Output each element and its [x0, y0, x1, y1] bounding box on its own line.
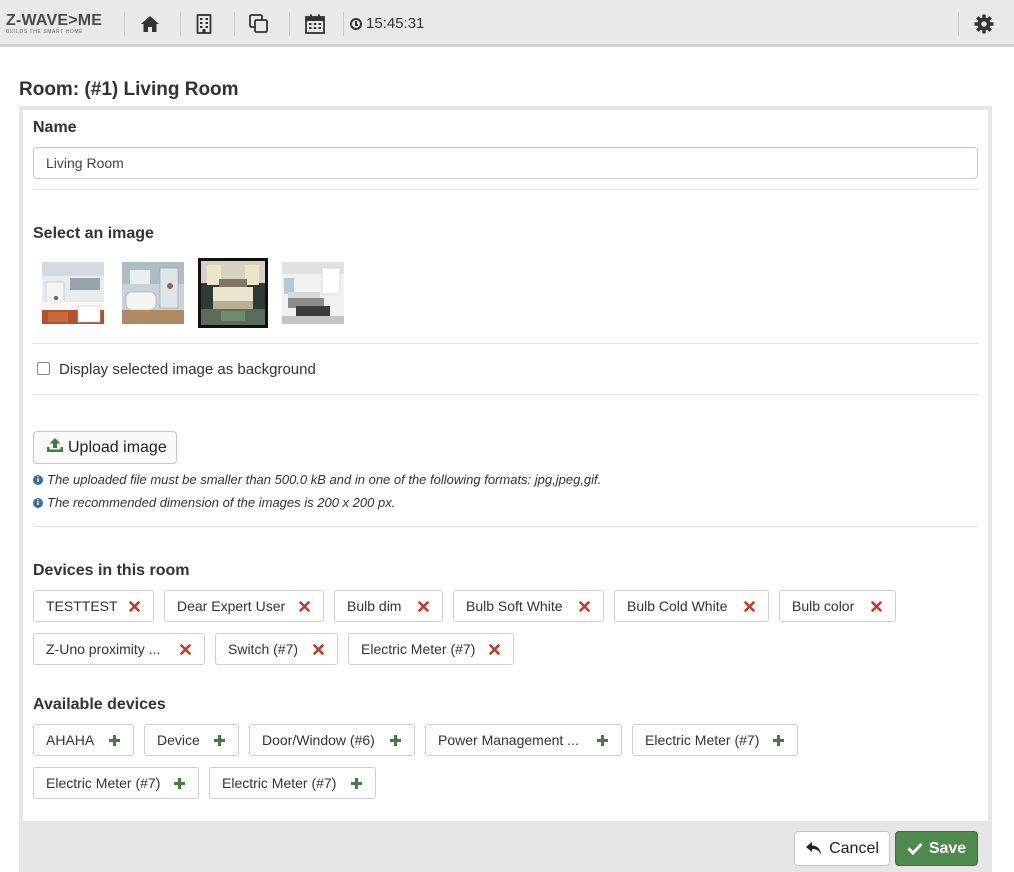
logo-tagline: BUILDS THE SMART HOME	[6, 29, 84, 35]
remove-icon[interactable]	[311, 642, 325, 656]
room-device-name: Bulb Cold White	[627, 598, 728, 614]
available-device-tag: AHAHA	[33, 724, 134, 756]
cancel-button[interactable]: Cancel	[794, 831, 890, 866]
remove-icon[interactable]	[416, 599, 430, 613]
nav-divider	[180, 12, 181, 36]
upload-size-info-text: The uploaded file must be smaller than 5…	[47, 472, 602, 487]
add-icon[interactable]	[107, 733, 121, 747]
add-icon[interactable]	[212, 733, 226, 747]
room-device-name: Bulb color	[792, 598, 855, 614]
room-device-name: Bulb Soft White	[466, 598, 563, 614]
upload-icon	[46, 437, 64, 458]
room-image-living-room[interactable]	[282, 262, 344, 324]
available-device-tag: Power Management ...	[425, 724, 622, 756]
room-device-name: Z-Uno proximity ...	[46, 641, 161, 657]
room-device-name: Dear Expert User	[177, 598, 286, 614]
add-icon[interactable]	[349, 776, 363, 790]
upload-size-info: i The uploaded file must be smaller than…	[33, 472, 601, 487]
room-device-tag: Electric Meter (#7)	[348, 633, 514, 665]
available-device-tag: Electric Meter (#7)	[33, 767, 199, 799]
add-icon[interactable]	[172, 776, 186, 790]
building-icon[interactable]	[191, 12, 217, 36]
room-device-tag: Dear Expert User	[164, 590, 324, 622]
upload-dimension-info-text: The recommended dimension of the images …	[47, 495, 396, 510]
room-device-tag: Z-Uno proximity ...	[33, 633, 205, 665]
background-checkbox-label: Display selected image as background	[59, 361, 316, 378]
room-name-input[interactable]	[33, 147, 978, 179]
available-device-name: Device	[157, 732, 200, 748]
gear-icon[interactable]	[971, 12, 997, 36]
available-device-tag: Electric Meter (#7)	[632, 724, 798, 756]
available-device-name: Power Management ...	[438, 732, 579, 748]
room-image-bedroom[interactable]	[198, 258, 268, 328]
nav-divider	[958, 12, 959, 36]
page-title: Room: (#1) Living Room	[19, 79, 239, 100]
room-image-bathroom[interactable]	[122, 262, 184, 324]
save-button[interactable]: Save	[895, 831, 978, 866]
home-icon[interactable]	[137, 12, 163, 36]
room-device-name: TESTTEST	[46, 598, 118, 614]
copy-icon[interactable]	[246, 12, 272, 36]
remove-icon[interactable]	[178, 642, 192, 656]
room-device-tag: TESTTEST	[33, 590, 154, 622]
available-device-name: Electric Meter (#7)	[46, 775, 161, 791]
room-device-tag: Bulb color	[779, 590, 896, 622]
remove-icon[interactable]	[487, 642, 501, 656]
remove-icon[interactable]	[577, 599, 591, 613]
devices-in-room-label: Devices in this room	[33, 562, 190, 579]
available-device-name: AHAHA	[46, 732, 95, 748]
add-icon[interactable]	[771, 733, 785, 747]
nav-divider	[343, 12, 344, 36]
remove-icon[interactable]	[127, 599, 141, 613]
info-icon: i	[33, 497, 43, 508]
available-device-tag: Door/Window (#6)	[249, 724, 415, 756]
clock-icon	[350, 17, 362, 30]
info-icon: i	[33, 474, 43, 485]
upload-dimension-info: i The recommended dimension of the image…	[33, 495, 395, 510]
name-label: Name	[33, 119, 77, 136]
zwave-logo[interactable]: Z-WAVE>ME BUILDS THE SMART HOME	[6, 12, 103, 36]
form-panel	[23, 110, 988, 821]
logo-text: Z-WAVE>ME	[6, 12, 103, 29]
undo-icon	[805, 841, 823, 857]
top-navbar: Z-WAVE>ME BUILDS THE SMART HOME 15:45:31	[0, 0, 1014, 47]
room-device-tag: Bulb dim	[334, 590, 443, 622]
room-device-name: Electric Meter (#7)	[361, 641, 476, 657]
available-device-name: Door/Window (#6)	[262, 732, 375, 748]
room-device-tag: Bulb Cold White	[614, 590, 769, 622]
room-device-name: Switch (#7)	[228, 641, 299, 657]
nav-divider	[234, 12, 235, 36]
room-device-tag: Switch (#7)	[215, 633, 338, 665]
available-device-tag: Electric Meter (#7)	[209, 767, 376, 799]
remove-icon[interactable]	[742, 599, 756, 613]
room-image-kitchen[interactable]	[42, 262, 104, 324]
upload-image-button[interactable]: Upload image	[33, 431, 177, 464]
clock-display: 15:45:31	[350, 15, 424, 32]
nav-divider	[124, 12, 125, 36]
available-device-tag: Device	[144, 724, 239, 756]
background-checkbox[interactable]	[37, 362, 50, 375]
clock-time: 15:45:31	[366, 15, 425, 32]
divider	[33, 189, 978, 190]
calendar-icon[interactable]	[302, 12, 328, 36]
divider	[33, 394, 978, 395]
upload-image-label: Upload image	[68, 438, 167, 456]
room-device-tag: Bulb Soft White	[453, 590, 604, 622]
available-device-name: Electric Meter (#7)	[222, 775, 337, 791]
available-devices-label: Available devices	[33, 696, 166, 713]
select-image-label: Select an image	[33, 225, 154, 242]
save-label: Save	[928, 839, 967, 857]
divider	[33, 526, 978, 527]
room-device-name: Bulb dim	[347, 598, 402, 614]
add-icon[interactable]	[388, 733, 402, 747]
add-icon[interactable]	[595, 733, 609, 747]
cancel-label: Cancel	[829, 839, 879, 857]
nav-divider	[289, 12, 290, 36]
remove-icon[interactable]	[869, 599, 883, 613]
divider	[33, 343, 978, 344]
remove-icon[interactable]	[297, 599, 311, 613]
available-device-name: Electric Meter (#7)	[645, 732, 760, 748]
check-icon	[907, 842, 923, 855]
